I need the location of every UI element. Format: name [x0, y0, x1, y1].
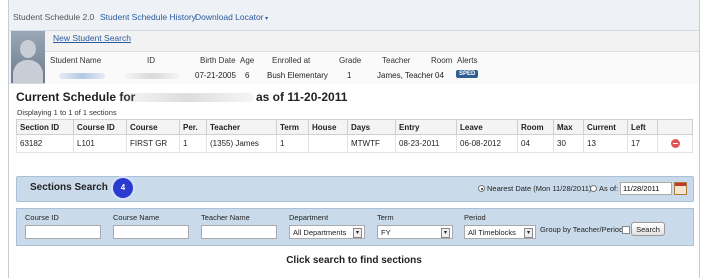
schedule-title-suffix: as of 11-20-2011: [256, 90, 348, 104]
enrolled-value: Bush Elementary: [267, 71, 328, 80]
age-header: Age: [240, 56, 255, 65]
cell-room: 04: [517, 134, 554, 153]
cell-current: 13: [583, 134, 628, 153]
download-locator-link[interactable]: Download Locator: [195, 12, 268, 22]
empty-state-message: Click search to find sections: [286, 255, 422, 266]
step-number-badge: 4: [113, 178, 133, 198]
student-header: New Student Search Student Name ID Birth…: [9, 31, 699, 84]
grade-header: Grade: [339, 56, 362, 65]
history-link[interactable]: Student Schedule History: [100, 12, 196, 22]
teacher-value: James, Teacher: [377, 71, 434, 80]
teacher-name-label: Teacher Name: [201, 213, 250, 222]
col-section-id: Section ID: [16, 119, 74, 135]
student-photo: [11, 31, 45, 83]
teacher-name-input[interactable]: [201, 225, 277, 239]
as-of-date-input[interactable]: [620, 182, 672, 195]
birth-date-header: Birth Date: [200, 56, 236, 65]
cell-actions: [657, 134, 693, 153]
col-leave: Leave: [456, 119, 518, 135]
redacted-student-name-title: [120, 93, 254, 102]
col-teacher: Teacher: [206, 119, 277, 135]
teacher-header: Teacher: [382, 56, 411, 65]
id-header: ID: [147, 56, 155, 65]
period-label: Period: [464, 213, 486, 222]
term-select[interactable]: FY ▾: [377, 225, 453, 239]
sections-search-title: Sections Search: [30, 182, 108, 193]
cell-left: 17: [627, 134, 658, 153]
schedule-table: Section ID Course ID Course Per. Teacher…: [16, 119, 693, 153]
department-value: All Departments: [293, 228, 347, 237]
chevron-down-icon: ▾: [524, 228, 533, 238]
nearest-date-label: Nearest Date (Mon 11/28/2011): [487, 184, 592, 193]
cell-house: [308, 134, 348, 153]
enrolled-header: Enrolled at: [272, 56, 311, 65]
alerts-header: Alerts: [457, 56, 478, 65]
col-period: Per.: [179, 119, 207, 135]
period-value: All Timeblocks: [468, 228, 516, 237]
chevron-down-icon: ▾: [353, 228, 362, 238]
top-nav: Student Schedule 2.0 Student Schedule Hi…: [9, 0, 699, 31]
department-select[interactable]: All Departments ▾: [289, 225, 365, 239]
col-entry: Entry: [395, 119, 457, 135]
col-actions: [657, 119, 693, 135]
cell-period: 1: [179, 134, 207, 153]
col-term: Term: [276, 119, 309, 135]
course-name-label: Course Name: [113, 213, 160, 222]
search-button[interactable]: Search: [631, 222, 665, 236]
redacted-student-name: [59, 73, 105, 79]
chevron-down-icon: ▾: [441, 228, 450, 238]
term-value: FY: [381, 228, 391, 237]
table-row: 63182 L101 FIRST GR 1 (1355) James 1 MTW…: [16, 134, 693, 153]
schedule-title-prefix: Current Schedule for: [16, 90, 136, 104]
sped-alert-badge: SPED: [456, 70, 479, 78]
cell-term: 1: [276, 134, 309, 153]
filter-bar: Course ID Course Name Teacher Name Depar…: [16, 208, 694, 246]
cell-course-id: L101: [73, 134, 127, 153]
cell-course: FIRST GR: [126, 134, 180, 153]
student-info-row: Student Name ID Birth Date Age Enrolled …: [45, 51, 699, 84]
col-room: Room: [517, 119, 554, 135]
col-house: House: [308, 119, 348, 135]
cell-teacher: (1355) James: [206, 134, 277, 153]
cell-entry: 08-23-2011: [395, 134, 457, 153]
avatar-head: [20, 40, 36, 58]
calendar-icon[interactable]: [674, 182, 687, 195]
nearest-date-radio[interactable]: [478, 185, 485, 192]
course-id-label: Course ID: [25, 213, 59, 222]
avatar-shoulders: [13, 60, 43, 83]
term-label: Term: [377, 213, 394, 222]
cell-section-id: 63182: [16, 134, 74, 153]
cell-days: MTWTF: [347, 134, 396, 153]
grade-value: 1: [347, 71, 352, 80]
col-max: Max: [553, 119, 584, 135]
col-days: Days: [347, 119, 396, 135]
app-frame: Student Schedule 2.0 Student Schedule Hi…: [8, 0, 700, 278]
student-name-header: Student Name: [50, 56, 102, 65]
col-left: Left: [627, 119, 658, 135]
remove-section-icon[interactable]: [670, 139, 680, 149]
col-course: Course: [126, 119, 180, 135]
department-label: Department: [289, 213, 329, 222]
cell-max: 30: [553, 134, 584, 153]
cell-leave: 06-08-2012: [456, 134, 518, 153]
group-by-checkbox[interactable]: [622, 226, 630, 234]
group-by-label: Group by Teacher/Period: [540, 225, 624, 234]
displaying-count: Displaying 1 to 1 of 1 sections: [17, 108, 117, 117]
new-student-search-link[interactable]: New Student Search: [53, 33, 131, 43]
app-title: Student Schedule 2.0: [13, 12, 95, 22]
course-id-input[interactable]: [25, 225, 101, 239]
as-of-label: As of:: [599, 184, 619, 193]
redacted-student-id: [125, 73, 179, 79]
birth-date-value: 07-21-2005: [195, 71, 236, 80]
schedule-header-row: Section ID Course ID Course Per. Teacher…: [16, 119, 693, 135]
age-value: 6: [245, 71, 250, 80]
course-name-input[interactable]: [113, 225, 189, 239]
as-of-radio[interactable]: [590, 185, 597, 192]
room-value: 04: [435, 71, 444, 80]
sections-search-bar: Sections Search 4 Nearest Date (Mon 11/2…: [16, 176, 694, 202]
col-current: Current: [583, 119, 628, 135]
room-header: Room: [431, 56, 453, 65]
period-select[interactable]: All Timeblocks ▾: [464, 225, 536, 239]
col-course-id: Course ID: [73, 119, 127, 135]
